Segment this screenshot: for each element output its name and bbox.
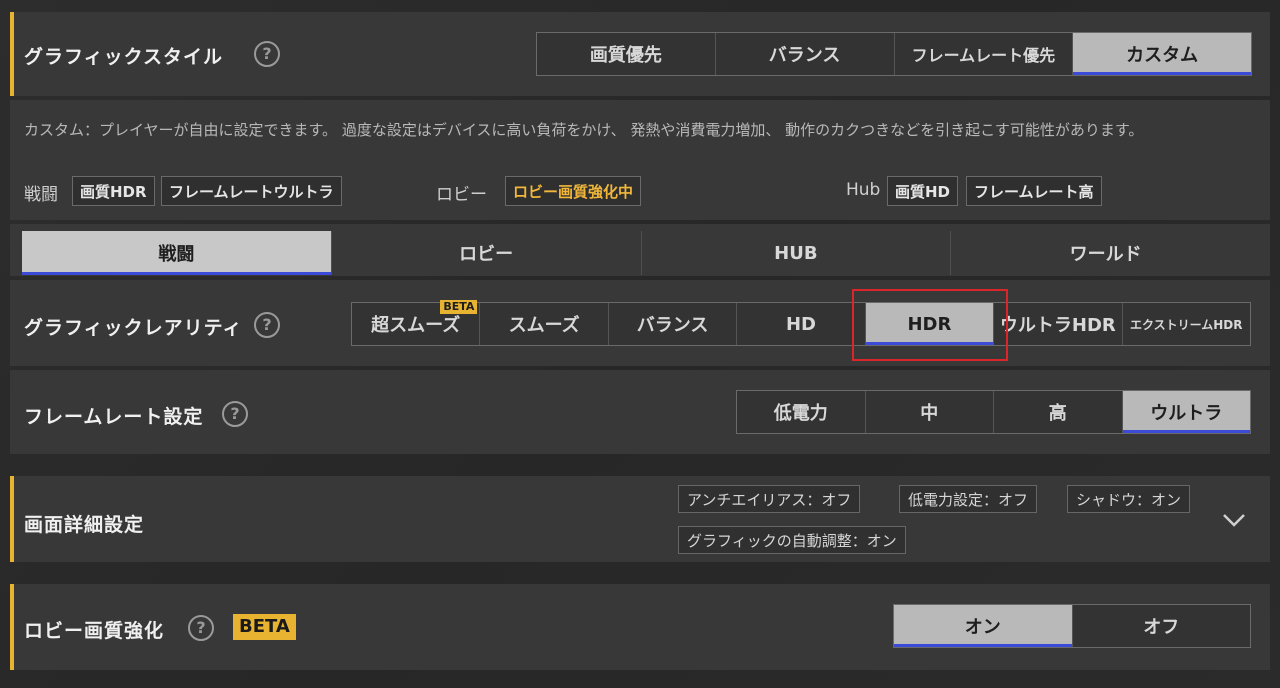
- graphic-style-help-icon[interactable]: ?: [254, 41, 280, 67]
- rarity-option-ultra-smooth[interactable]: 超スムーズ BETA: [352, 300, 479, 345]
- graphics-rarity-help-icon[interactable]: ?: [254, 312, 280, 338]
- summary-lobby-tag: ロビー画質強化中: [505, 176, 642, 206]
- frame-rate-option-low-power[interactable]: 低電力: [737, 391, 865, 433]
- tab-world[interactable]: ワールド: [950, 231, 1260, 275]
- detail-chip-shadow: シャドウ：オン: [1067, 485, 1191, 513]
- summary-lobby-label: ロビー: [436, 185, 487, 205]
- rarity-option-smooth[interactable]: スムーズ: [479, 303, 607, 345]
- rarity-option-ultra-hdr[interactable]: ウルトラHDR: [993, 303, 1121, 345]
- summary-hub-tag-quality: 画質HD: [887, 176, 959, 206]
- tab-lobby[interactable]: ロビー: [330, 231, 641, 275]
- summary-battle-tag-framerate: フレームレートウルトラ: [161, 176, 342, 206]
- graphics-rarity-selector: 超スムーズ BETA スムーズ バランス HD HDR ウルトラHDR エクスト…: [351, 300, 1251, 346]
- summary-battle-tag-quality: 画質HDR: [72, 176, 155, 206]
- mode-tabs: 戦闘 ロビー HUB ワールド: [22, 231, 1260, 275]
- lobby-quality-selector: オン オフ: [893, 604, 1251, 648]
- frame-rate-option-high[interactable]: 高: [993, 391, 1122, 433]
- frame-rate-option-medium[interactable]: 中: [864, 391, 994, 433]
- frame-rate-option-ultra[interactable]: ウルトラ: [1121, 391, 1250, 433]
- graphic-style-option-quality[interactable]: 画質優先: [537, 33, 715, 75]
- graphics-rarity-label: グラフィックレアリティ: [24, 317, 243, 339]
- frame-rate-help-icon[interactable]: ?: [222, 401, 248, 427]
- graphics-settings-screen: グラフィックスタイル ? 画質優先 バランス フレームレート優先 カスタム カス…: [0, 0, 1280, 688]
- summary-hub-label: Hub: [846, 180, 881, 200]
- summary-hub-tag-framerate: フレームレート高: [966, 176, 1102, 206]
- graphic-style-option-balance[interactable]: バランス: [714, 33, 894, 75]
- rarity-option-ultra-smooth-label: 超スムーズ: [371, 315, 461, 336]
- detail-chip-low-power: 低電力設定：オフ: [899, 485, 1038, 513]
- detail-chip-auto-adjust: グラフィックの自動調整：オン: [678, 526, 906, 554]
- rarity-option-extreme-hdr[interactable]: エクストリームHDR: [1121, 303, 1250, 345]
- lobby-quality-beta-badge: BETA: [233, 614, 296, 640]
- screen-details-label: 画面詳細設定: [24, 514, 145, 536]
- chevron-down-icon[interactable]: [1222, 508, 1246, 532]
- lobby-quality-option-on[interactable]: オン: [894, 605, 1072, 647]
- tab-hub[interactable]: HUB: [640, 231, 951, 275]
- graphic-style-description: カスタム：プレイヤーが自由に設定できます。 過度な設定はデバイスに高い負荷をかけ…: [24, 121, 1144, 139]
- rarity-beta-badge: BETA: [440, 300, 478, 314]
- summary-battle-label: 戦闘: [24, 185, 58, 205]
- rarity-option-hd[interactable]: HD: [736, 303, 864, 345]
- lobby-quality-label: ロビー画質強化: [24, 620, 165, 642]
- graphic-style-option-framerate[interactable]: フレームレート優先: [893, 33, 1073, 75]
- lobby-quality-help-icon[interactable]: ?: [188, 615, 214, 641]
- detail-chip-antialias: アンチエイリアス：オフ: [678, 485, 861, 513]
- tab-battle[interactable]: 戦闘: [22, 231, 331, 275]
- lobby-quality-option-off[interactable]: オフ: [1071, 605, 1251, 647]
- rarity-option-balance[interactable]: バランス: [607, 303, 736, 345]
- graphic-style-label: グラフィックスタイル: [24, 46, 224, 68]
- frame-rate-label: フレームレート設定: [24, 406, 204, 428]
- frame-rate-selector: 低電力 中 高 ウルトラ: [736, 390, 1251, 434]
- graphic-style-selector: 画質優先 バランス フレームレート優先 カスタム: [536, 32, 1252, 76]
- graphic-style-option-custom[interactable]: カスタム: [1072, 33, 1251, 75]
- graphic-style-panel: グラフィックスタイル ? 画質優先 バランス フレームレート優先 カスタム: [10, 12, 1270, 96]
- selected-option-highlight: [852, 289, 1008, 361]
